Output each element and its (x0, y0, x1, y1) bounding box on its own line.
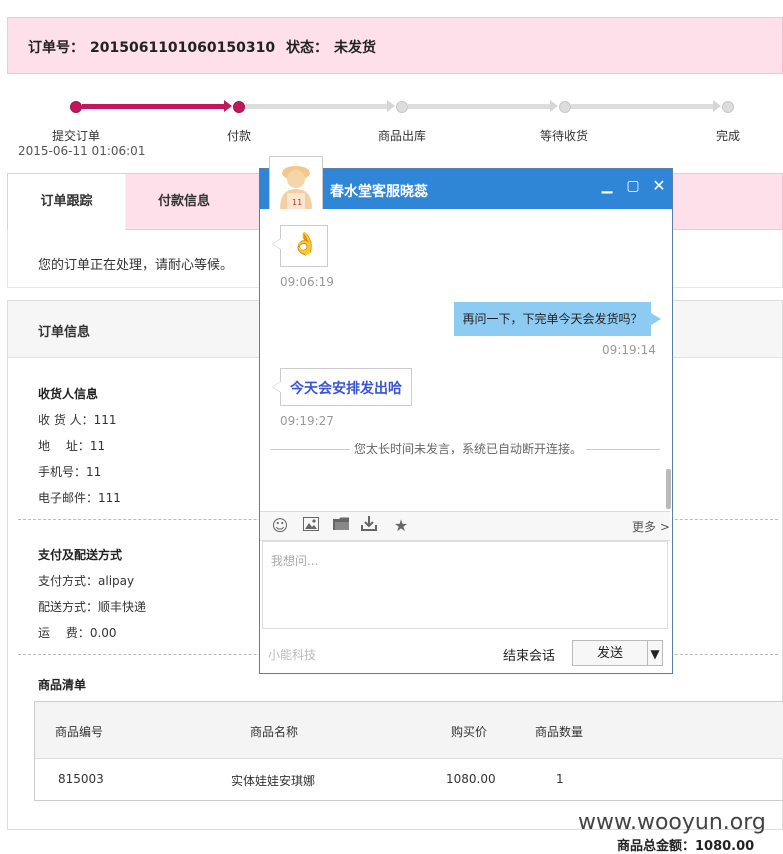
close-icon[interactable]: ✕ (650, 177, 668, 195)
maximize-icon[interactable]: ▢ (624, 177, 642, 195)
header-product-name: 商品名称 (250, 725, 299, 739)
step-label-wait: 等待收货 (540, 129, 589, 143)
chat-footer: 小能科技 结束会话 发送 ▼ (260, 631, 670, 673)
step-bar-2 (245, 104, 391, 109)
message-text: 今天会安排发出哈 (290, 381, 402, 397)
chat-bubble-in: 👌 (272, 225, 328, 267)
payment-title: 支付及配送方式 (38, 548, 123, 562)
image-icon[interactable] (301, 516, 321, 536)
tab-order-tracking[interactable]: 订单跟踪 (8, 174, 126, 230)
ok-hand-emoji-icon: 👌 (291, 232, 319, 257)
scrollbar[interactable] (666, 469, 671, 509)
minimize-icon[interactable]: ▁ (598, 177, 616, 195)
step-dot-4 (559, 101, 571, 113)
emoji-icon[interactable]: ☺ (270, 516, 290, 536)
step-dot-5 (722, 101, 734, 113)
send-button[interactable]: 发送 (572, 640, 648, 666)
product-id: 815003 (58, 772, 104, 786)
step-bar-4 (571, 104, 717, 109)
download-icon[interactable] (359, 516, 379, 536)
svg-text:11: 11 (292, 198, 302, 207)
message-time: 09:19:27 (280, 414, 334, 428)
receiver-phone: 手机号：11 (38, 465, 102, 479)
system-notice: 您太长时间未发言，系统已自动断开连接。 (350, 440, 587, 457)
step-dot-1 (70, 101, 82, 113)
tab-payment-info[interactable]: 付款信息 (125, 174, 243, 230)
goods-table: 商品编号 商品名称 购买价 商品数量 815003 实体娃娃安琪娜 1080.0… (34, 701, 783, 801)
receiver-email: 电子邮件：111 (38, 491, 121, 505)
step-arrow-3 (550, 100, 558, 112)
payment-method: 支付方式：alipay (38, 574, 135, 588)
avatar: 11 (269, 156, 323, 210)
product-name[interactable]: 实体娃娃安琪娜 (231, 772, 315, 789)
chat-toolbar: ☺ ★ 更多 > (260, 511, 670, 541)
chat-bubble-in: 今天会安排发出哈 (272, 368, 412, 406)
step-dot-3 (396, 101, 408, 113)
shipping-fee: 运 费：0.00 (38, 626, 117, 640)
chat-message-input[interactable]: 我想问... (262, 541, 668, 629)
folder-icon[interactable] (331, 516, 351, 536)
step-bar-3 (408, 104, 554, 109)
step-arrow-4 (713, 100, 721, 112)
header-product-id: 商品编号 (55, 725, 104, 739)
step-arrow-1 (224, 100, 232, 112)
chat-agent-name: 春水堂客服晓蕊 (330, 184, 428, 200)
step-label-pay: 付款 (227, 129, 252, 143)
brand-label: 小能科技 (268, 648, 317, 662)
product-price: 1080.00 (446, 772, 496, 786)
header-price: 购买价 (451, 725, 488, 739)
receiver-address: 地 址：11 (38, 439, 106, 453)
step-label-submit: 提交订单 (52, 129, 101, 143)
star-icon[interactable]: ★ (391, 516, 411, 536)
step-label-ship: 商品出库 (378, 129, 427, 143)
chat-titlebar[interactable]: 11 春水堂客服晓蕊 ▁ ▢ ✕ (260, 156, 672, 210)
more-button[interactable]: 更多 > (632, 518, 670, 535)
step-label-done: 完成 (716, 129, 741, 143)
order-line: 订单号： 2015061101060150310 状态： 未发货 (28, 37, 382, 57)
message-time: 09:19:14 (602, 343, 656, 357)
end-session-button[interactable]: 结束会话 (503, 645, 555, 664)
agent-avatar-icon: 11 (270, 157, 322, 209)
order-status: 未发货 (333, 40, 376, 56)
tracking-message: 您的订单正在处理，请耐心等候。 (38, 258, 234, 273)
chat-messages[interactable]: 👌 09:06:19 再问一下，下完单今天会发货吗？ 09:19:14 今天会安… (260, 209, 671, 511)
send-options-dropdown[interactable]: ▼ (647, 640, 663, 666)
watermark: www.wooyun.org (578, 810, 766, 835)
order-number: 2015061101060150310 (90, 40, 276, 56)
receiver-name: 收 货 人：111 (38, 413, 117, 427)
step-arrow-2 (387, 100, 395, 112)
order-status-label: 状态： (285, 40, 328, 56)
input-placeholder: 我想问... (271, 554, 319, 568)
chat-window[interactable]: 11 春水堂客服晓蕊 ▁ ▢ ✕ 👌 09:06:19 再问一下，下完单今天会发… (259, 156, 673, 674)
step-bar-1 (82, 104, 228, 109)
product-quantity: 1 (556, 772, 564, 786)
order-info-title: 订单信息 (38, 325, 91, 340)
order-header: 订单号： 2015061101060150310 状态： 未发货 (7, 17, 783, 74)
goods-table-header: 商品编号 商品名称 购买价 商品数量 (35, 702, 783, 759)
message-time: 09:06:19 (280, 275, 334, 289)
order-total: 商品总金额：1080.00 (617, 839, 755, 854)
header-quantity: 商品数量 (535, 725, 584, 739)
order-number-label: 订单号： (28, 40, 84, 56)
step-dot-2 (233, 101, 245, 113)
submit-date: 2015-06-11 01:06:01 (18, 144, 146, 158)
receiver-title: 收货人信息 (38, 387, 99, 401)
delivery-method: 配送方式：顺丰快递 (38, 600, 147, 614)
goods-title: 商品清单 (38, 678, 87, 692)
chat-bubble-out: 再问一下，下完单今天会发货吗？ (454, 302, 661, 336)
